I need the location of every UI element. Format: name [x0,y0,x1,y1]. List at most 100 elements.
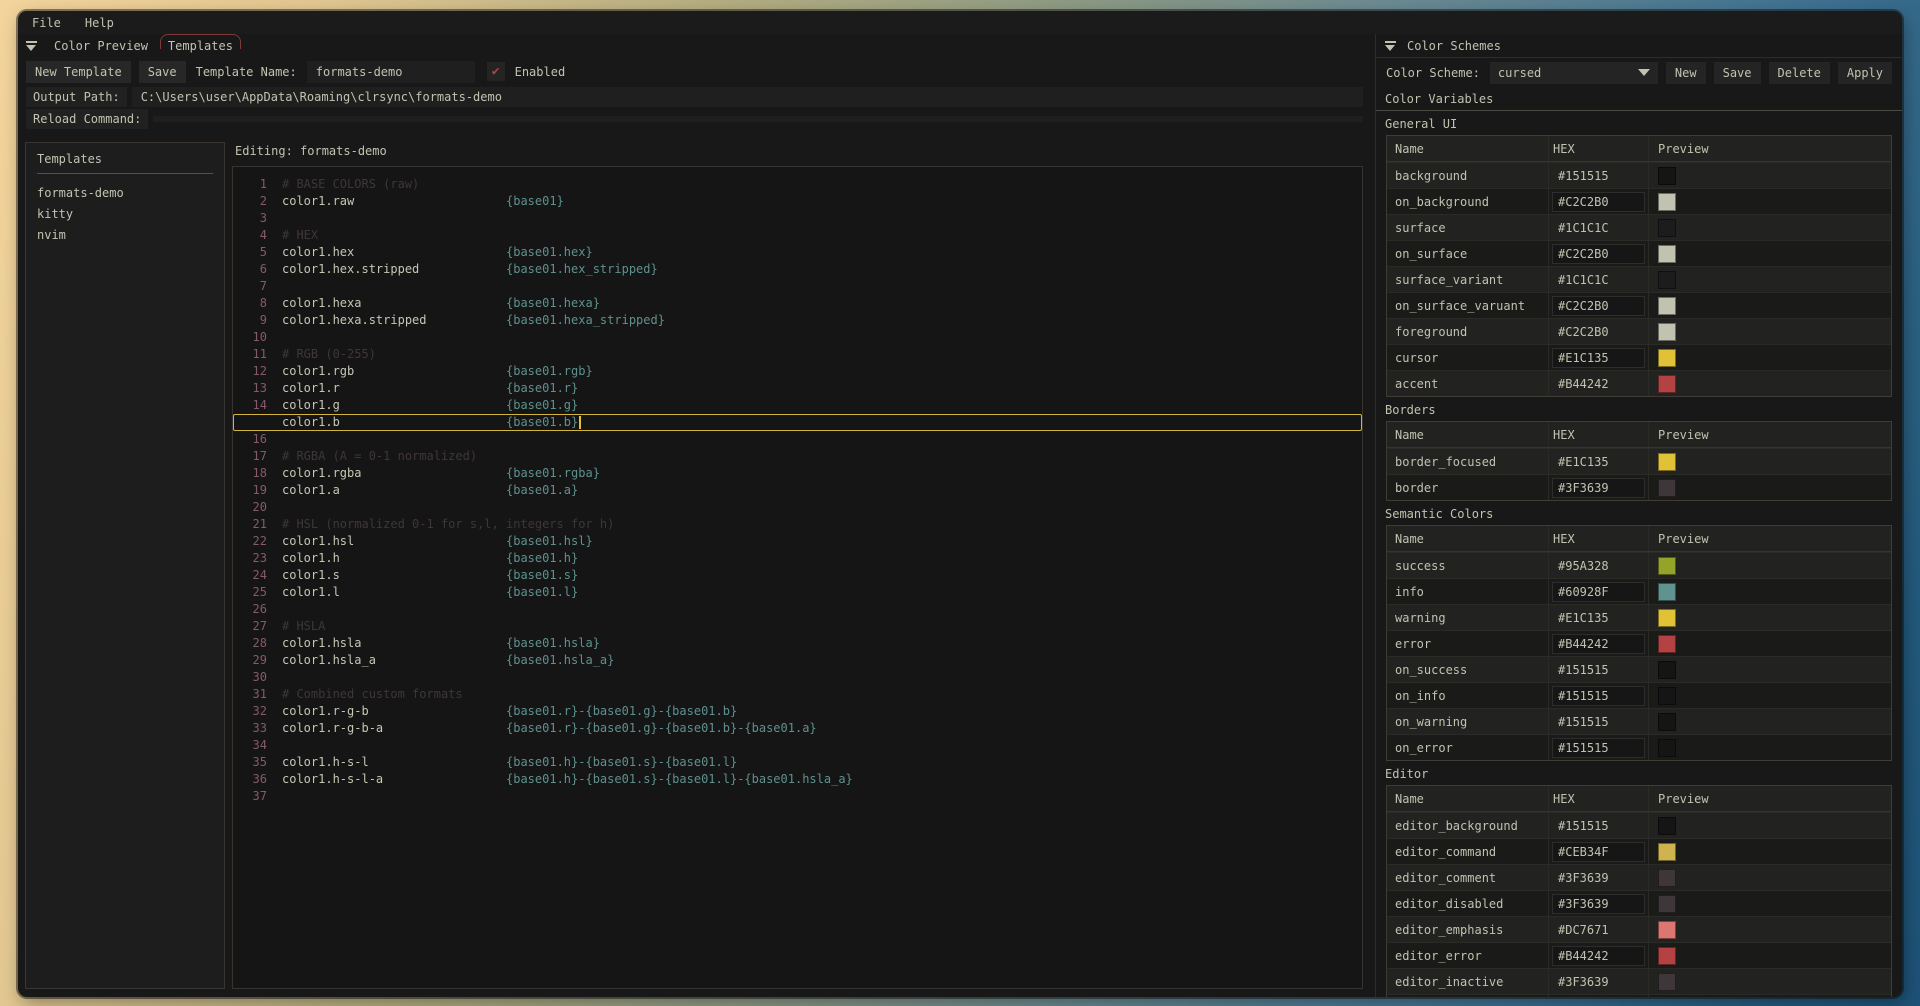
code-line[interactable]: 4# HEX [233,227,1362,244]
code-line[interactable]: 12color1.rgb{base01.rgb} [233,363,1362,380]
output-path-input[interactable]: C:\Users\user\AppData\Roaming\clrsync\fo… [132,87,1363,107]
color-swatch[interactable] [1658,271,1676,289]
hex-value-input[interactable]: #151515 [1553,817,1644,835]
code-line[interactable]: 32color1.r-g-b{base01.r}-{base01.g}-{bas… [233,703,1362,720]
color-swatch[interactable] [1658,557,1676,575]
code-line[interactable]: 22color1.hsl{base01.hsl} [233,533,1362,550]
code-line[interactable]: 3 [233,210,1362,227]
code-line[interactable]: 29color1.hsla_a{base01.hsla_a} [233,652,1362,669]
color-variables-list[interactable]: General UINameHEXPreviewbackground#15151… [1376,111,1902,997]
color-swatch[interactable] [1658,635,1676,653]
code-line[interactable]: 24color1.s{base01.s} [233,567,1362,584]
color-swatch[interactable] [1658,323,1676,341]
hex-value-input[interactable]: #151515 [1553,167,1644,185]
code-line[interactable]: 6color1.hex.stripped{base01.hex_stripped… [233,261,1362,278]
hex-value-input[interactable]: #E1C135 [1553,349,1644,367]
color-swatch[interactable] [1658,843,1676,861]
color-swatch[interactable] [1658,167,1676,185]
color-swatch[interactable] [1658,375,1676,393]
code-editor[interactable]: 1# BASE COLORS (raw)2color1.raw{base01}3… [232,166,1363,989]
code-line[interactable]: 30 [233,669,1362,686]
color-swatch[interactable] [1658,479,1676,497]
hex-value-input[interactable]: #CEB34F [1553,843,1644,861]
code-line[interactable]: 5color1.hex{base01.hex} [233,244,1362,261]
code-line[interactable]: 7 [233,278,1362,295]
hex-value-input[interactable]: #E1C135 [1553,609,1644,627]
save-scheme-button[interactable]: Save [1714,62,1761,84]
hex-value-input[interactable]: #151515 [1553,739,1644,757]
code-line[interactable]: 18color1.rgba{base01.rgba} [233,465,1362,482]
code-line[interactable]: 13color1.r{base01.r} [233,380,1362,397]
color-swatch[interactable] [1658,947,1676,965]
template-name-input[interactable]: formats-demo [307,61,475,83]
code-line[interactable]: 9color1.hexa.stripped{base01.hexa_stripp… [233,312,1362,329]
hex-value-input[interactable]: #B44242 [1553,375,1644,393]
hex-value-input[interactable]: #151515 [1553,687,1644,705]
panel-collapse-icon[interactable] [26,41,37,51]
color-swatch[interactable] [1658,921,1676,939]
hex-value-input[interactable]: #3F3639 [1553,895,1644,913]
new-template-button[interactable]: New Template [26,61,131,83]
apply-scheme-button[interactable]: Apply [1838,62,1892,84]
code-line[interactable]: 26 [233,601,1362,618]
hex-value-input[interactable]: #B44242 [1553,635,1644,653]
color-swatch[interactable] [1658,453,1676,471]
hex-value-input[interactable]: #3F3639 [1553,973,1644,991]
code-line[interactable]: 34 [233,737,1362,754]
menu-item-file[interactable]: File [32,16,61,30]
code-line[interactable]: 31# Combined custom formats [233,686,1362,703]
code-line[interactable]: 20 [233,499,1362,516]
code-line[interactable]: 2color1.raw{base01} [233,193,1362,210]
hex-value-input[interactable]: #E1C135 [1553,453,1644,471]
color-swatch[interactable] [1658,661,1676,679]
color-swatch[interactable] [1658,869,1676,887]
color-swatch[interactable] [1658,583,1676,601]
color-swatch[interactable] [1658,817,1676,835]
template-list-item[interactable]: nvim [37,224,213,245]
hex-value-input[interactable]: #C2C2B0 [1553,245,1644,263]
code-line[interactable]: 16 [233,431,1362,448]
code-line[interactable]: 27# HSLA [233,618,1362,635]
code-line[interactable]: 8color1.hexa{base01.hexa} [233,295,1362,312]
color-swatch[interactable] [1658,349,1676,367]
menu-item-help[interactable]: Help [85,16,114,30]
color-swatch[interactable] [1658,297,1676,315]
save-template-button[interactable]: Save [139,61,186,83]
hex-value-input[interactable]: #3F3639 [1553,479,1644,497]
code-line[interactable]: 10 [233,329,1362,346]
delete-scheme-button[interactable]: Delete [1769,62,1830,84]
code-line[interactable]: 11# RGB (0-255) [233,346,1362,363]
color-swatch[interactable] [1658,193,1676,211]
code-line[interactable]: 33color1.r-g-b-a{base01.r}-{base01.g}-{b… [233,720,1362,737]
template-list-item[interactable]: kitty [37,203,213,224]
hex-value-input[interactable]: #B44242 [1553,947,1644,965]
hex-value-input[interactable]: #3F3639 [1553,869,1644,887]
enabled-checkbox[interactable]: ✔ [487,62,505,81]
hex-value-input[interactable]: #95A328 [1553,557,1644,575]
color-swatch[interactable] [1658,973,1676,991]
hex-value-input[interactable]: #C2C2B0 [1553,297,1644,315]
code-line[interactable]: 25color1.l{base01.l} [233,584,1362,601]
color-swatch[interactable] [1658,609,1676,627]
code-line[interactable]: 17# RGBA (A = 0-1 normalized) [233,448,1362,465]
hex-value-input[interactable]: #1C1C1C [1553,219,1644,237]
code-line[interactable]: color1.b{base01.b} [233,414,1362,431]
new-scheme-button[interactable]: New [1666,62,1706,84]
hex-value-input[interactable]: #C2C2B0 [1553,323,1644,341]
code-line[interactable]: 19color1.a{base01.a} [233,482,1362,499]
code-line[interactable]: 35color1.h-s-l{base01.h}-{base01.s}-{bas… [233,754,1362,771]
tab-color-preview[interactable]: Color Preview [49,37,153,55]
template-list-item[interactable]: formats-demo [37,182,213,203]
color-scheme-select[interactable]: cursed [1490,62,1658,84]
hex-value-input[interactable]: #DC7671 [1553,921,1644,939]
color-swatch[interactable] [1658,219,1676,237]
color-swatch[interactable] [1658,895,1676,913]
code-line[interactable]: 28color1.hsla{base01.hsla} [233,635,1362,652]
code-line[interactable]: 36color1.h-s-l-a{base01.h}-{base01.s}-{b… [233,771,1362,788]
code-line[interactable]: 23color1.h{base01.h} [233,550,1362,567]
code-line[interactable]: 14color1.g{base01.g} [233,397,1362,414]
hex-value-input[interactable]: #60928F [1553,583,1644,601]
hex-value-input[interactable]: #1C1C1C [1553,271,1644,289]
panel-collapse-icon[interactable] [1385,41,1396,51]
color-swatch[interactable] [1658,713,1676,731]
